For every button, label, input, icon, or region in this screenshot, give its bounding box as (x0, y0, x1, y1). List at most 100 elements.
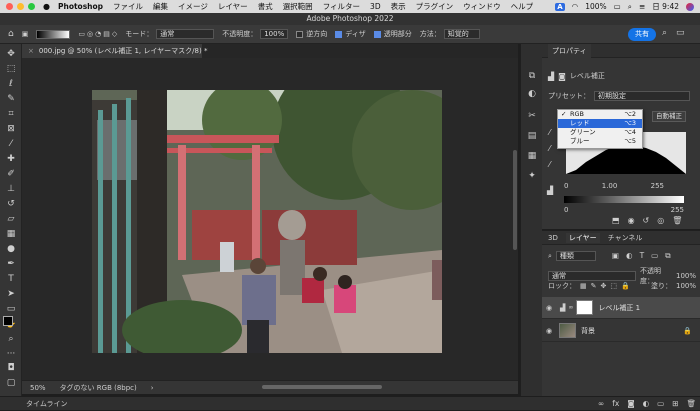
layer-thumbnail[interactable] (559, 323, 576, 338)
new-group-icon[interactable]: ▭ (657, 399, 664, 408)
blend-mode-select[interactable]: 通常 (548, 271, 636, 281)
workspace-icon[interactable]: ▭ (676, 28, 685, 38)
libraries-panel-icon[interactable]: ▤ (526, 130, 538, 142)
screen-mode-icon[interactable]: ▢ (5, 377, 17, 389)
swatches-panel-icon[interactable]: ▦ (526, 150, 538, 162)
canvas-vertical-scrollbar[interactable] (513, 150, 517, 250)
lasso-tool-icon[interactable]: ℓ (5, 78, 17, 90)
visibility-icon[interactable]: ◎ (657, 216, 664, 225)
tab-channels[interactable]: チャンネル (608, 233, 643, 243)
apple-icon[interactable]: ● (43, 2, 50, 11)
share-button[interactable]: 共有 (628, 28, 656, 41)
dodge-tool-icon[interactable]: ● (5, 243, 17, 255)
search-icon[interactable]: ⌕ (662, 28, 667, 38)
document-tab[interactable]: × 000.jpg @ 50% (レベル補正 1, レイヤーマスク/8) * (22, 44, 207, 58)
menu-help[interactable]: ヘルプ (511, 1, 534, 12)
link-layers-icon[interactable]: ∞ (598, 399, 604, 408)
move-tool-icon[interactable]: ✥ (5, 48, 17, 60)
opacity-field[interactable]: 100% (260, 29, 289, 39)
crop-tool-icon[interactable]: ⌗ (5, 108, 17, 120)
menu-layer[interactable]: レイヤー (218, 1, 248, 12)
output-white[interactable]: 255 (671, 206, 684, 214)
view-previous-icon[interactable]: ◉ (628, 216, 635, 225)
timeline-panel-tab[interactable]: タイムライン (0, 396, 700, 410)
clip-to-layer-icon[interactable]: ⬒ (612, 216, 620, 225)
tools-presets-icon[interactable]: ✂ (526, 110, 538, 122)
angle-gradient-icon[interactable]: ◔ (95, 30, 101, 38)
paths-panel-icon[interactable]: ✦ (526, 170, 538, 182)
channel-option-blue[interactable]: ブルー ⌥5 (558, 137, 642, 146)
menu-plugins[interactable]: プラグイン (416, 1, 454, 12)
zoom-level[interactable]: 50% (30, 384, 46, 392)
reverse-checkbox[interactable] (296, 30, 304, 38)
clock[interactable]: 日 9:42 (652, 1, 679, 12)
adjustments-panel-icon[interactable]: ◐ (526, 88, 538, 100)
radial-gradient-icon[interactable]: ◎ (87, 30, 93, 38)
input-white[interactable]: 255 (651, 182, 664, 190)
filter-type-icon[interactable]: T (640, 251, 645, 261)
linear-gradient-icon[interactable]: ▭ (78, 30, 85, 38)
menu-file[interactable]: ファイル (113, 1, 143, 12)
filter-smart-icon[interactable]: ⧉ (665, 251, 670, 261)
menu-type[interactable]: 書式 (258, 1, 273, 12)
lock-all-icon[interactable]: 🔒 (621, 282, 630, 290)
quick-select-tool-icon[interactable]: ✎ (5, 93, 17, 105)
clone-stamp-tool-icon[interactable]: ⊥ (5, 183, 17, 195)
filter-pixel-icon[interactable]: ▣ (612, 251, 619, 261)
layer-filter-select[interactable]: 種類 (555, 251, 596, 261)
layer-name[interactable]: レベル補正 1 (598, 303, 640, 313)
reset-icon[interactable]: ↺ (643, 216, 650, 225)
new-adjustment-icon[interactable]: ◐ (643, 399, 650, 408)
preset-select[interactable]: 初期設定 (594, 91, 690, 101)
gradient-tool-preset-icon[interactable]: ▣ (22, 30, 29, 38)
zoom-tool-icon[interactable]: ⌕ (5, 333, 17, 345)
eyedropper-white-icon[interactable]: ⁄ (549, 160, 550, 169)
layer-name[interactable]: 背景 (581, 326, 595, 336)
diamond-gradient-icon[interactable]: ◇ (112, 30, 117, 38)
close-tab-icon[interactable]: × (28, 44, 34, 58)
menu-view[interactable]: 表示 (391, 1, 406, 12)
menu-window[interactable]: ウィンドウ (463, 1, 501, 12)
canvas-horizontal-scrollbar[interactable] (262, 385, 382, 389)
app-menu[interactable]: Photoshop (58, 2, 103, 11)
menu-edit[interactable]: 編集 (153, 1, 168, 12)
status-menu-icon[interactable]: › (151, 384, 154, 392)
chain-link-icon[interactable]: ∞ (568, 304, 573, 311)
trash-icon[interactable]: 🗑 (672, 216, 682, 225)
foreground-color-swatch[interactable] (3, 316, 13, 326)
dither-checkbox[interactable] (335, 30, 343, 38)
quick-mask-icon[interactable]: ◘ (5, 362, 17, 374)
edit-toolbar-icon[interactable]: ··· (5, 348, 17, 360)
input-source-indicator[interactable]: A (555, 2, 565, 11)
pen-tool-icon[interactable]: ✒ (5, 258, 17, 270)
layer-row-levels[interactable]: ◉ ▟ ∞ レベル補正 1 (542, 297, 700, 319)
search-icon[interactable]: ⌕ (628, 2, 632, 12)
mode-select[interactable]: 通常 (156, 29, 215, 39)
input-gamma[interactable]: 1.00 (602, 182, 618, 190)
lock-transparent-icon[interactable]: ▦ (580, 282, 587, 290)
output-black[interactable]: 0 (564, 206, 568, 214)
eraser-tool-icon[interactable]: ▱ (5, 213, 17, 225)
tab-layers[interactable]: レイヤー (565, 232, 600, 243)
input-black[interactable]: 0 (564, 182, 568, 190)
layer-style-icon[interactable]: fx (612, 399, 619, 408)
lock-position-icon[interactable]: ✥ (601, 282, 607, 290)
eyedropper-gray-icon[interactable]: ⁄ (549, 144, 550, 153)
mask-icon[interactable]: ◙ (558, 72, 566, 81)
menu-image[interactable]: イメージ (178, 1, 208, 12)
healing-brush-tool-icon[interactable]: ✚ (5, 153, 17, 165)
zoom-window-button[interactable] (28, 3, 35, 10)
delete-layer-icon[interactable]: 🗑 (687, 399, 697, 408)
path-selection-tool-icon[interactable]: ➤ (5, 288, 17, 300)
menu-3d[interactable]: 3D (370, 2, 381, 11)
menu-filter[interactable]: フィルター (323, 1, 360, 12)
reflected-gradient-icon[interactable]: ▤ (103, 30, 110, 38)
eyedropper-black-icon[interactable]: ⁄ (549, 128, 550, 137)
layer-mask-thumbnail[interactable] (576, 300, 594, 315)
channel-option-rgb[interactable]: ✓ RGB ⌥2 (558, 110, 642, 119)
gradient-tool-icon[interactable]: ▦ (5, 228, 17, 240)
marquee-tool-icon[interactable]: ⬚ (5, 63, 17, 75)
lock-image-icon[interactable]: ✎ (591, 282, 597, 290)
channel-option-green[interactable]: グリーン ⌥4 (558, 128, 642, 137)
channel-option-red[interactable]: レッド ⌥3 (558, 119, 642, 128)
